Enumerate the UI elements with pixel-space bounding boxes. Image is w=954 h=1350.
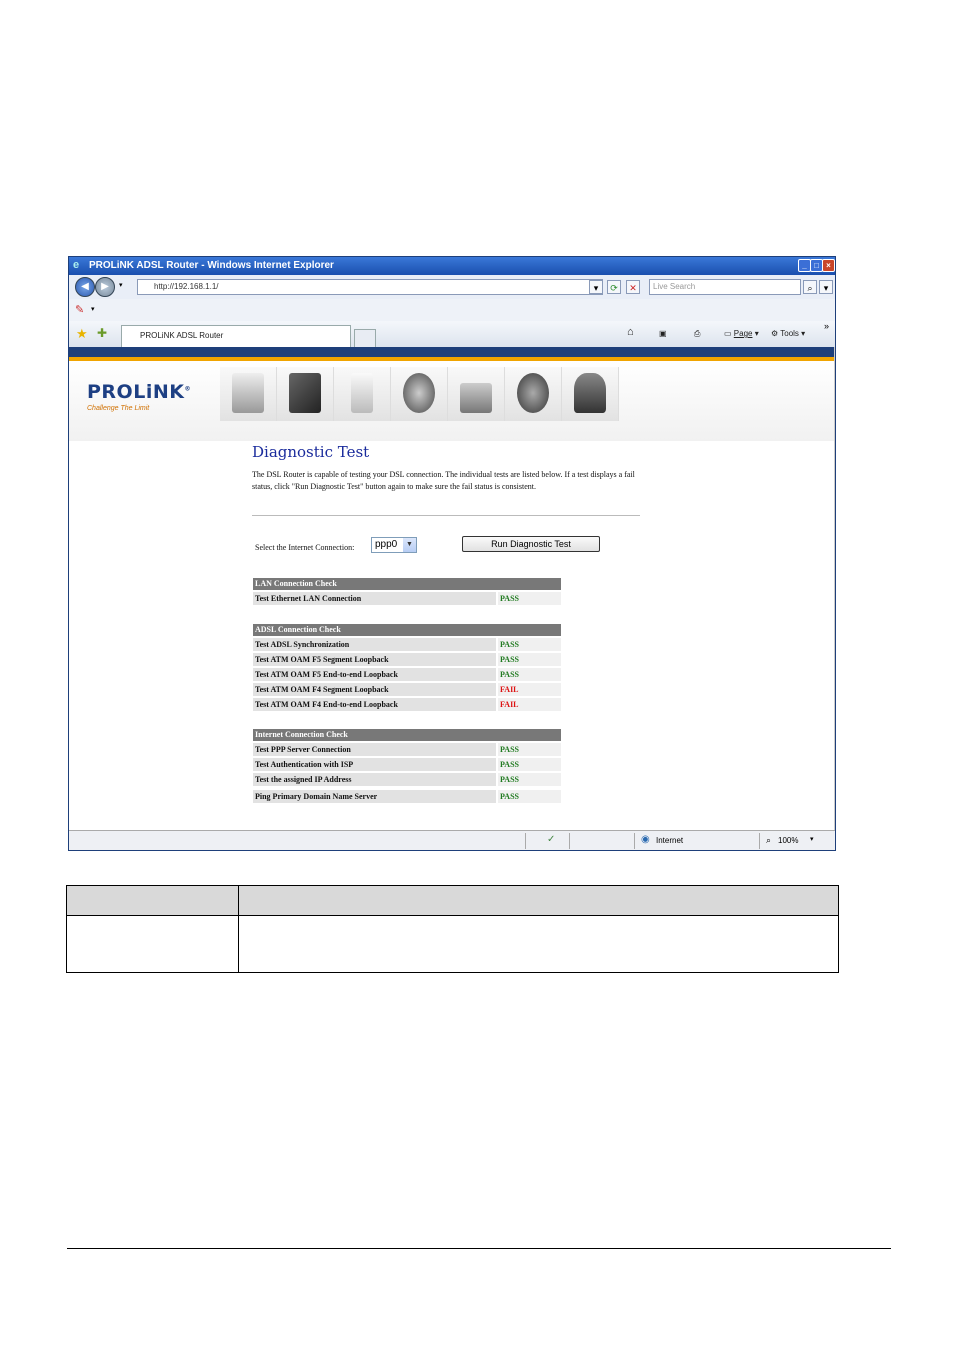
table-row: Test Ethernet LAN Connection PASS xyxy=(253,592,561,605)
table-row: Ping Primary Domain Name Server PASS xyxy=(253,790,561,803)
test-name: Test Authentication with ISP xyxy=(253,758,496,771)
close-icon[interactable]: × xyxy=(822,259,835,272)
test-result: PASS xyxy=(498,790,561,803)
connection-select[interactable]: ppp0 ▼ xyxy=(371,537,417,553)
test-result: PASS xyxy=(498,592,561,605)
tab-row: ★ ✚ PROLiNK ADSL Router ⌂ ▣ ⎙ ▭ Page ▾ ⚙… xyxy=(69,321,835,348)
internet-icon[interactable] xyxy=(391,367,448,421)
page-title: Diagnostic Test xyxy=(252,443,370,461)
test-name: Test ATM OAM F5 End-to-end Loopback xyxy=(253,668,496,681)
banner: PROLiNK® Challenge The Limit xyxy=(69,361,835,441)
chevron-down-icon[interactable]: ▼ xyxy=(403,538,416,552)
test-name: Test PPP Server Connection xyxy=(253,743,496,756)
test-result: PASS xyxy=(498,653,561,666)
status-bar: ✓ ◉ Internet ⌕ 100% ▾ xyxy=(69,830,835,850)
test-name: Test ATM OAM F5 Segment Loopback xyxy=(253,653,496,666)
header-blue-bar xyxy=(69,347,835,357)
test-result: PASS xyxy=(498,743,561,756)
address-dropdown-icon[interactable]: ▾ xyxy=(589,280,603,294)
table-row: Test Authentication with ISP PASS xyxy=(253,758,561,771)
scrollbar[interactable] xyxy=(834,347,835,830)
section-header: ADSL Connection Check xyxy=(253,624,561,636)
prolink-logo: PROLiNK® xyxy=(87,381,191,403)
connection-select-label: Select the Internet Connection: xyxy=(255,543,355,552)
section-header: Internet Connection Check xyxy=(253,729,561,741)
test-name: Test Ethernet LAN Connection xyxy=(253,592,496,605)
table-row: Test ATM OAM F4 Segment Loopback FAIL xyxy=(253,683,561,696)
test-name: Test ATM OAM F4 Segment Loopback xyxy=(253,683,496,696)
run-diagnostic-test-button[interactable]: Run Diagnostic Test xyxy=(462,536,600,552)
home-icon[interactable]: ⌂ xyxy=(627,326,634,338)
test-result: PASS xyxy=(498,638,561,651)
back-button[interactable]: ◀ xyxy=(75,277,95,297)
address-bar-row: ◀ ▶ ▾ http://192.168.1.1/ ▾ ⟳ ✕ Live Sea… xyxy=(69,275,835,299)
title-bar: e PROLiNK ADSL Router - Windows Internet… xyxy=(69,257,835,275)
table-row: Test ATM OAM F5 End-to-end Loopback PASS xyxy=(253,668,561,681)
zoom-level[interactable]: 100% xyxy=(778,836,798,845)
security-icon[interactable] xyxy=(448,367,505,421)
status-icon[interactable] xyxy=(220,367,277,421)
internet-zone-icon: ◉ xyxy=(641,834,650,845)
test-result: PASS xyxy=(498,773,561,786)
test-name: Test ADSL Synchronization xyxy=(253,638,496,651)
zone-label: Internet xyxy=(656,836,684,845)
add-favorites-icon[interactable]: ✚ xyxy=(97,326,107,340)
logo-tagline: Challenge The Limit xyxy=(87,405,150,412)
test-result: FAIL xyxy=(498,683,561,696)
test-name: Test the assigned IP Address xyxy=(253,773,496,786)
test-result: FAIL xyxy=(498,698,561,711)
test-result: PASS xyxy=(498,668,561,681)
forward-button[interactable]: ▶ xyxy=(95,277,115,297)
chevron-down-icon[interactable]: ▾ xyxy=(810,835,814,843)
favorites-star-icon[interactable]: ★ xyxy=(76,326,88,342)
protected-mode-icon: ✓ xyxy=(547,834,556,845)
refresh-icon[interactable]: ⟳ xyxy=(607,280,621,294)
search-icon[interactable]: ⌕ xyxy=(803,280,817,294)
browser-window: e PROLiNK ADSL Router - Windows Internet… xyxy=(68,256,836,851)
section-header: LAN Connection Check xyxy=(253,578,561,590)
ie-logo-icon: e xyxy=(73,259,80,271)
management-icon[interactable] xyxy=(505,367,562,421)
window-title: PROLiNK ADSL Router - Windows Internet E… xyxy=(89,260,334,271)
chevron-down-icon[interactable]: ▾ xyxy=(119,281,123,289)
translate-icon[interactable]: ✎ xyxy=(75,303,84,316)
page-content: PROLiNK® Challenge The Limit Diagnostic … xyxy=(69,347,835,830)
user-icon[interactable] xyxy=(562,367,619,421)
table-row: Test ATM OAM F5 Segment Loopback PASS xyxy=(253,653,561,666)
print-icon[interactable]: ⎙ xyxy=(694,329,700,339)
feeds-icon[interactable]: ▣ xyxy=(659,329,667,338)
table-row: Test PPP Server Connection PASS xyxy=(253,743,561,756)
search-input[interactable]: Live Search xyxy=(649,279,801,295)
document-table xyxy=(66,885,839,973)
test-name: Ping Primary Domain Name Server xyxy=(253,790,496,803)
tab-prolink[interactable]: PROLiNK ADSL Router xyxy=(121,325,351,347)
table-header-row xyxy=(67,886,838,916)
divider xyxy=(252,515,640,516)
table-row: Test ADSL Synchronization PASS xyxy=(253,638,561,651)
chevron-more-icon[interactable]: » xyxy=(824,321,829,331)
table-row: Test ATM OAM F4 End-to-end Loopback FAIL xyxy=(253,698,561,711)
toolbar-row: ✎ ▾ xyxy=(69,299,835,322)
footer-rule xyxy=(67,1248,891,1249)
tools-menu[interactable]: ⚙ Tools ▾ xyxy=(771,329,805,338)
new-tab-button[interactable] xyxy=(354,329,376,347)
test-name: Test ATM OAM F4 End-to-end Loopback xyxy=(253,698,496,711)
zoom-icon[interactable]: ⌕ xyxy=(766,835,771,846)
chevron-down-icon[interactable]: ▾ xyxy=(91,305,95,313)
search-options-icon[interactable]: ▾ xyxy=(819,280,833,294)
wireless-icon[interactable] xyxy=(334,367,391,421)
page-description: The DSL Router is capable of testing you… xyxy=(252,470,635,491)
page-menu[interactable]: ▭ Page ▾ xyxy=(724,329,759,338)
address-input[interactable]: http://192.168.1.1/ xyxy=(137,279,603,295)
table-row: Test the assigned IP Address PASS xyxy=(253,773,561,786)
test-result: PASS xyxy=(498,758,561,771)
advanced-setup-icon[interactable] xyxy=(277,367,334,421)
table-column-divider xyxy=(238,886,239,972)
stop-icon[interactable]: ✕ xyxy=(626,280,640,294)
